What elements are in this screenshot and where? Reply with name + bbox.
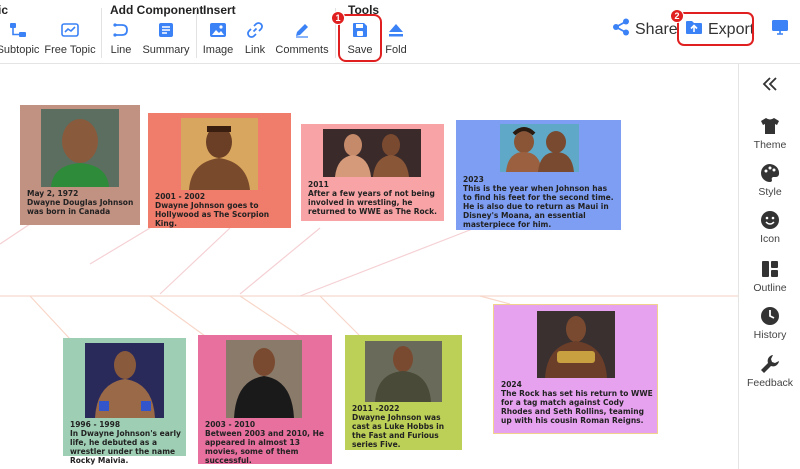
free-topic-label: Free Topic: [44, 44, 96, 56]
group-label-topic: ic: [0, 3, 9, 17]
step-badge-2: 2: [670, 9, 684, 23]
sidebar-item-label: History: [753, 329, 787, 341]
share-icon: [612, 18, 630, 41]
card-date: 2023: [463, 175, 484, 184]
sidebar-item-outline[interactable]: Outline: [739, 259, 800, 294]
card-description: After a few years of not being involved …: [308, 189, 437, 216]
card-date: 1996 - 1998: [70, 420, 121, 429]
portrait-photo: [365, 341, 442, 402]
timeline-card[interactable]: 2024 The Rock has set his return to WWE …: [493, 304, 658, 434]
summary-icon: [156, 20, 176, 40]
sidebar-item-icon[interactable]: Icon: [739, 210, 800, 245]
comments-label: Comments: [275, 44, 329, 56]
eject-icon: [386, 20, 406, 40]
group-label-insert: Insert: [203, 3, 236, 17]
collapse-panel-button[interactable]: [739, 74, 800, 94]
summary-button[interactable]: Summary: [142, 20, 190, 60]
smiley-icon: [760, 210, 780, 230]
portrait-photo: [41, 109, 119, 187]
link-label: Link: [244, 44, 266, 56]
image-label: Image: [202, 44, 234, 56]
palette-icon: [760, 163, 780, 183]
card-description: This is the year when Johnson has to fin…: [463, 184, 614, 229]
fold-label: Fold: [385, 44, 407, 56]
portrait-photo: [500, 124, 579, 172]
card-date: 2024: [501, 380, 522, 389]
sidebar-item-label: Theme: [753, 139, 787, 151]
outline-icon: [760, 259, 780, 279]
export-highlight: [677, 12, 754, 46]
card-date: 2011 -2022: [352, 404, 400, 413]
fold-button[interactable]: Fold: [384, 20, 408, 60]
subtopic-icon: [8, 20, 28, 40]
free-topic-icon: [60, 20, 80, 40]
group-label-add-component: Add Component: [110, 3, 204, 17]
mindmap-canvas[interactable]: May 2, 1972 Dwayne Douglas Johnson was b…: [0, 64, 738, 469]
timeline-card[interactable]: 2003 - 2010 Between 2003 and 2010, He ap…: [198, 335, 332, 465]
step-badge-1: 1: [331, 11, 345, 25]
card-date: 2011: [308, 180, 329, 189]
portrait-photo: [85, 343, 164, 418]
subtopic-button[interactable]: Subtopic: [0, 20, 40, 60]
link-icon: [245, 20, 265, 40]
timeline-card[interactable]: 2023 This is the year when Johnson has t…: [456, 120, 621, 230]
portrait-photo: [226, 340, 302, 418]
double-chevron-left-icon: [760, 74, 780, 94]
app-window: ic Add Component Insert Tools Subtopic F…: [0, 0, 800, 469]
share-button[interactable]: Share: [612, 18, 678, 41]
card-description: The Rock has set his return to WWE for a…: [501, 389, 653, 425]
card-date: 2001 - 2002: [155, 192, 206, 201]
toolbar-divider: [101, 8, 102, 58]
sidebar-item-style[interactable]: Style: [739, 163, 800, 198]
card-description: Dwayne Johnson was cast as Luke Hobbs in…: [352, 413, 445, 449]
timeline-card[interactable]: 2001 - 2002 Dwayne Johnson goes to Holly…: [148, 113, 291, 228]
line-icon: [111, 20, 131, 40]
card-date: 2003 - 2010: [205, 420, 256, 429]
sidebar-item-label: Style: [758, 186, 782, 198]
portrait-photo: [323, 129, 421, 177]
card-description: Dwayne Douglas Johnson was born in Canad…: [27, 198, 134, 216]
timeline-card[interactable]: 2011 After a few years of not being invo…: [301, 124, 444, 221]
comments-button[interactable]: Comments: [275, 20, 329, 60]
line-button[interactable]: Line: [109, 20, 133, 60]
portrait-photo: [181, 118, 258, 190]
timeline-card[interactable]: 2011 -2022 Dwayne Johnson was cast as Lu…: [345, 335, 462, 450]
share-label: Share: [635, 20, 678, 38]
sidebar-item-label: Feedback: [746, 377, 794, 389]
sidebar-item-history[interactable]: History: [739, 306, 800, 341]
card-description: Between 2003 and 2010, He appeared in al…: [205, 429, 325, 465]
subtopic-label: Subtopic: [0, 44, 40, 56]
image-icon: [208, 20, 228, 40]
monitor-icon: [771, 19, 789, 40]
line-label: Line: [110, 44, 132, 56]
link-button[interactable]: Link: [243, 20, 267, 60]
shirt-icon: [760, 116, 780, 136]
toolbar: ic Add Component Insert Tools Subtopic F…: [0, 0, 800, 64]
clock-icon: [760, 306, 780, 326]
timeline-card[interactable]: May 2, 1972 Dwayne Douglas Johnson was b…: [20, 105, 140, 225]
card-description: In Dwayne Johnson's early life, he debut…: [70, 429, 181, 465]
toolbar-divider: [196, 8, 197, 58]
portrait-photo: [537, 311, 615, 378]
card-description: Dwayne Johnson goes to Hollywood as The …: [155, 201, 270, 228]
pencil-icon: [292, 20, 312, 40]
right-panel: Theme Style Icon Outline History Feedbac…: [738, 64, 800, 469]
save-highlight: [338, 14, 382, 62]
wrench-icon: [760, 354, 780, 374]
card-date: May 2, 1972: [27, 189, 79, 198]
image-button[interactable]: Image: [203, 20, 233, 60]
timeline-card[interactable]: 1996 - 1998 In Dwayne Johnson's early li…: [63, 338, 186, 465]
sidebar-item-label: Icon: [760, 233, 780, 245]
summary-label: Summary: [142, 44, 190, 56]
sidebar-item-feedback[interactable]: Feedback: [739, 354, 800, 389]
present-button[interactable]: [771, 19, 789, 40]
sidebar-item-theme[interactable]: Theme: [739, 116, 800, 151]
sidebar-item-label: Outline: [753, 282, 787, 294]
free-topic-button[interactable]: Free Topic: [44, 20, 96, 60]
